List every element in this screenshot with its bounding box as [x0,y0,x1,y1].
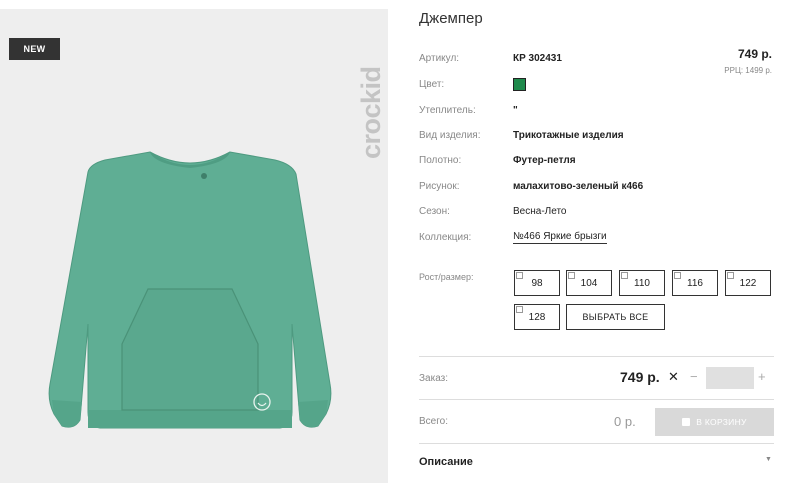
attr-collection: Коллекция: №466 Яркие брызги [419,230,607,244]
checkbox-icon [516,272,523,279]
brand-logo: crockid [356,66,386,159]
total-label: Всего: [419,416,448,427]
increase-quantity-button[interactable]: + [758,369,766,384]
bag-icon [682,418,691,426]
attr-color: Цвет: [419,77,526,91]
attr-insulation: Утеплитель: " [419,103,518,117]
attr-value: Весна-Лето [513,205,567,217]
quantity-input[interactable] [706,367,754,389]
attr-season: Сезон: Весна-Лето [419,204,566,218]
order-price: 749 р. [620,369,660,385]
attr-value: малахитово-зеленый к466 [513,180,644,192]
size-option-98[interactable]: 98 [514,270,560,296]
decrease-quantity-button[interactable]: − [690,369,698,384]
product-price: 749 р. [737,47,772,61]
attr-pattern: Рисунок: малахитово-зеленый к466 [419,179,643,193]
description-toggle[interactable]: Описание [419,456,473,468]
product-photo[interactable]: NEW crockid [0,9,388,483]
recommended-price: РРЦ: 1499 р. [724,66,772,75]
attr-fabric: Полотно: Футер-петля [419,153,576,167]
size-value: 122 [739,277,757,289]
size-value: 110 [634,277,650,289]
collection-link[interactable]: №466 Яркие брызги [513,231,607,244]
attr-label: Вид изделия: [419,129,481,141]
attr-article: Артикул: КР 302431 [419,51,562,65]
divider [419,356,774,357]
checkbox-icon [727,272,734,279]
size-value: 104 [580,277,598,289]
checkbox-icon [516,306,523,313]
attr-label: Цвет: [419,78,445,90]
size-label: Рост/размер: [419,272,474,282]
total-value: 0 р. [614,414,636,429]
size-value: 98 [531,277,543,289]
attr-value: Трикотажные изделия [513,129,624,141]
select-all-sizes-button[interactable]: ВЫБРАТЬ ВСЕ [566,304,665,330]
size-option-104[interactable]: 104 [566,270,612,296]
checkbox-icon [674,272,681,279]
attr-value: КР 302431 [513,52,562,64]
size-option-128[interactable]: 128 [514,304,560,330]
attr-label: Коллекция: [419,231,472,243]
checkbox-icon [621,272,628,279]
order-label: Заказ: [419,373,449,384]
add-to-cart-button[interactable]: В КОРЗИНУ [655,408,774,436]
attr-label: Рисунок: [419,180,460,192]
attr-label: Утеплитель: [419,104,476,116]
size-option-122[interactable]: 122 [725,270,771,296]
product-title: Джемпер [419,10,483,27]
size-option-110[interactable]: 110 [619,270,665,296]
add-to-cart-label: В КОРЗИНУ [696,417,747,427]
attr-value: Футер-петля [513,154,576,166]
multiply-icon: ✕ [668,369,679,384]
color-swatch[interactable] [513,77,526,91]
attr-product-type: Вид изделия: Трикотажные изделия [419,128,624,142]
size-value: 116 [687,277,703,289]
size-option-116[interactable]: 116 [672,270,718,296]
attr-value: " [513,104,518,116]
size-value: 128 [528,311,546,323]
sweater-image [48,151,332,429]
checkbox-icon [568,272,575,279]
attr-label: Полотно: [419,154,462,166]
new-badge: NEW [9,38,60,60]
attr-label: Артикул: [419,52,460,64]
attr-label: Сезон: [419,205,450,217]
divider [419,399,774,400]
divider [419,443,774,444]
chevron-down-icon[interactable]: ▼ [765,456,772,463]
